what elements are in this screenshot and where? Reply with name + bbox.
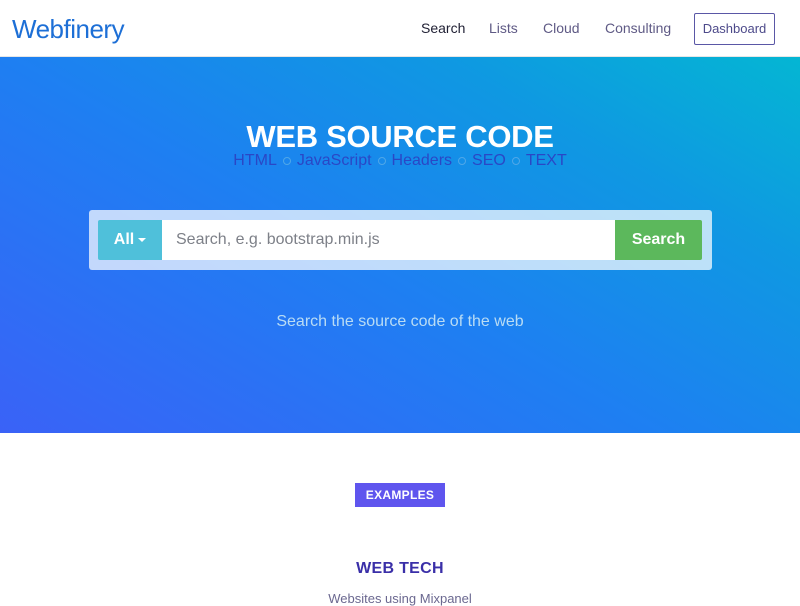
- hero-subtitle: Search the source code of the web: [276, 313, 524, 330]
- dashboard-button[interactable]: Dashboard: [694, 13, 775, 45]
- separator-circle-icon: [377, 157, 386, 165]
- nav-link-search[interactable]: Search: [421, 20, 465, 36]
- separator-circle-icon: [511, 157, 520, 165]
- search-bar: All Search: [89, 210, 712, 270]
- examples-badge: EXAMPLES: [355, 483, 445, 507]
- section-subtitle[interactable]: Websites using Mixpanel: [0, 591, 800, 606]
- nav-link-cloud[interactable]: Cloud: [543, 20, 580, 36]
- separator-circle-icon: [458, 157, 467, 165]
- scope-dropdown-label: All: [113, 231, 135, 248]
- hero-tag-list: HTML JavaScript Headers SEO TEXT: [0, 152, 800, 170]
- nav-link-lists[interactable]: Lists: [489, 20, 518, 36]
- tag-html: HTML: [233, 152, 277, 169]
- tag-seo: SEO: [472, 152, 506, 169]
- search-input[interactable]: [162, 220, 615, 260]
- search-button[interactable]: Search: [615, 220, 702, 260]
- scope-dropdown[interactable]: All: [98, 220, 162, 260]
- top-navbar: Webfinery Search Lists Cloud Consulting …: [0, 0, 800, 57]
- separator-circle-icon: [282, 157, 291, 165]
- caret-down-icon: [138, 237, 147, 242]
- tag-javascript: JavaScript: [296, 152, 372, 169]
- hero-title: WEB SOURCE CODE: [246, 119, 554, 154]
- tag-headers: Headers: [391, 152, 453, 169]
- section-title-web-tech: WEB TECH: [356, 560, 444, 577]
- nav-link-consulting[interactable]: Consulting: [605, 20, 671, 36]
- hero-section: WEB SOURCE CODE HTML JavaScript Headers SEO…: [0, 57, 800, 433]
- brand-logo[interactable]: Webfinery: [12, 14, 125, 45]
- tag-text: TEXT: [525, 152, 567, 169]
